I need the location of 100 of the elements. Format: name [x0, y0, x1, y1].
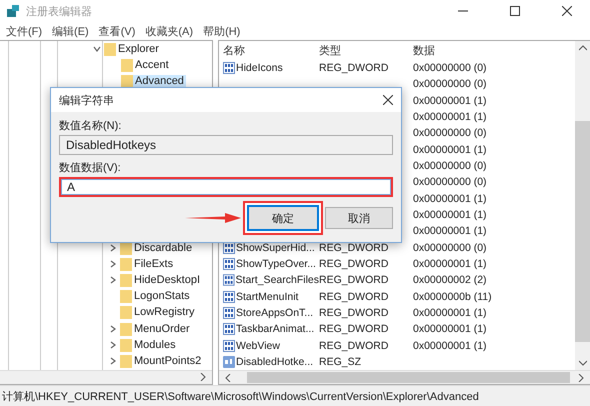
scroll-right-icon[interactable]	[578, 374, 584, 382]
folder-icon	[121, 58, 133, 72]
table-cell-text: REG_DWORD	[319, 306, 390, 319]
table-cell-text: REG_DWORD	[319, 242, 390, 254]
close-icon[interactable]	[383, 95, 393, 105]
chevron-right-icon[interactable]	[109, 356, 117, 365]
column-header[interactable]: 名称	[223, 42, 319, 58]
table-cell-text: REG_DWORD	[319, 290, 390, 303]
vertical-scrollbar[interactable]	[575, 41, 590, 370]
menu-item[interactable]: 查看(V)	[94, 24, 142, 38]
folder-icon	[120, 354, 132, 368]
column-header[interactable]: 数据	[413, 42, 575, 58]
table-cell-text: 0x00000001 (1)	[413, 144, 488, 156]
dialog-button[interactable]: 取消	[325, 207, 393, 229]
tree-item[interactable]: Advanced	[133, 75, 186, 88]
table-cell-text: 0x00000001 (1)	[413, 110, 488, 123]
table-cell-text: REG_DWORD	[319, 323, 390, 336]
binary-value-icon	[223, 306, 235, 319]
binary-value-icon	[223, 62, 235, 74]
scroll-up-icon[interactable]	[578, 45, 586, 51]
folder-icon	[120, 256, 132, 271]
value-name[interactable]: ShowSuperHid...	[236, 242, 315, 254]
field-label: 数值名称(N):	[59, 119, 122, 133]
maximize-icon[interactable]	[510, 6, 520, 16]
binary-value-icon	[223, 340, 235, 352]
scroll-right-icon[interactable]	[200, 372, 206, 380]
binary-value-icon	[223, 274, 235, 286]
value-name[interactable]: TaskbarAnimat...	[236, 323, 314, 336]
folder-icon	[120, 305, 132, 320]
tree-item[interactable]: FileExts	[132, 258, 176, 270]
chevron-right-icon[interactable]	[109, 324, 117, 333]
column-header[interactable]: 类型	[319, 42, 413, 58]
value-name[interactable]: StoreAppsOnT...	[236, 306, 314, 319]
table-cell-text: 0x0000000b (11)	[413, 290, 493, 303]
tree-item[interactable]: Discardable	[132, 242, 194, 254]
menu-item[interactable]: 编辑(E)	[48, 24, 95, 38]
field-label: 数值数据(V):	[59, 161, 122, 175]
chevron-right-icon[interactable]	[109, 244, 117, 252]
table-cell-text: 0x00000000 (0)	[413, 62, 488, 74]
chevron-right-icon[interactable]	[109, 260, 117, 268]
table-cell-text: 0x00000000 (0)	[413, 242, 488, 254]
table-cell-text: 0x00000001 (1)	[413, 94, 488, 107]
value-name[interactable]: Start_SearchFiles	[236, 274, 319, 286]
tree-item[interactable]: HideDesktopI	[132, 274, 202, 286]
string-value-icon	[223, 356, 235, 368]
tree-item[interactable]: Modules	[132, 338, 178, 351]
chevron-right-icon[interactable]	[109, 340, 117, 349]
folder-icon	[120, 322, 132, 336]
horizontal-scrollbar[interactable]	[219, 370, 590, 384]
table-cell-text: 0x00000000 (0)	[413, 78, 488, 90]
menu-item[interactable]: 收藏夹(A)	[141, 24, 200, 38]
scroll-left-icon[interactable]	[225, 374, 231, 382]
value-name[interactable]: WebView	[236, 340, 280, 352]
app-icon	[6, 4, 20, 18]
chevron-down-icon[interactable]	[93, 45, 101, 54]
table-cell-text: REG_DWORD	[319, 274, 390, 286]
table-cell-text: 0x00000001 (1)	[413, 323, 488, 336]
table-cell-text: 0x00000001 (1)	[413, 258, 488, 270]
folder-icon	[120, 338, 132, 352]
table-cell-text: 0x00000000 (0)	[413, 176, 488, 188]
horizontal-scrollbar[interactable]	[0, 370, 212, 384]
table-cell-text: 0x00000001 (1)	[413, 208, 488, 221]
tree-item[interactable]: LogonStats	[132, 290, 192, 302]
folder-icon	[121, 74, 133, 88]
registry-path: 计算机\HKEY_CURRENT_USER\Software\Microsoft\Windows\CurrentVersion\Explorer\Advanced	[2, 390, 479, 404]
tree-item[interactable]: MountPoints2	[132, 354, 204, 367]
table-cell-text: REG_SZ	[319, 356, 362, 368]
menu-item[interactable]: 文件(F)	[2, 24, 48, 38]
window-title: 注册表编辑器	[26, 4, 93, 18]
value-data-field[interactable]: A	[59, 177, 393, 197]
table-cell-text: REG_DWORD	[319, 258, 390, 270]
binary-value-icon	[223, 323, 235, 336]
scroll-down-icon[interactable]	[578, 360, 586, 366]
folder-icon	[104, 42, 116, 56]
table-cell-text: REG_DWORD	[319, 340, 390, 352]
table-cell-text: 0x00000002 (2)	[413, 274, 488, 286]
dialog-title: 编辑字符串	[59, 94, 114, 108]
menu-item[interactable]: 帮助(H)	[199, 24, 246, 38]
tree-item[interactable]: MenuOrder	[132, 322, 192, 335]
value-name[interactable]: DisabledHotke...	[236, 356, 314, 368]
table-cell-text: 0x00000000 (0)	[413, 160, 488, 172]
folder-icon	[120, 272, 132, 287]
table-cell-text: 0x00000000 (0)	[413, 127, 488, 140]
value-name[interactable]: HideIcons	[236, 62, 283, 74]
binary-value-icon	[223, 290, 235, 303]
tree-item[interactable]: Explorer	[116, 43, 161, 56]
table-cell-text: 0x00000001 (1)	[413, 306, 488, 319]
table-cell-text: 0x00000001 (1)	[413, 340, 488, 352]
tree-item[interactable]: LowRegistry	[132, 306, 197, 318]
binary-value-icon	[223, 242, 235, 254]
binary-value-icon	[223, 258, 235, 270]
value-name[interactable]: StartMenuInit	[236, 290, 298, 303]
tree-item[interactable]: Accent	[133, 59, 171, 72]
value-name[interactable]: ShowTypeOver...	[236, 258, 316, 270]
table-cell-text: 0x00000001 (1)	[413, 192, 488, 205]
chevron-right-icon[interactable]	[109, 276, 117, 284]
folder-icon	[120, 289, 132, 304]
table-cell-text: REG_DWORD	[319, 62, 390, 74]
close-icon[interactable]	[562, 6, 572, 16]
table-cell-text: 0x00000001 (1)	[413, 225, 488, 238]
